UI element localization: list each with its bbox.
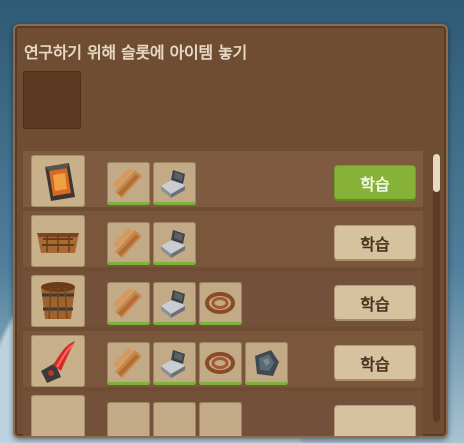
research-item-slot[interactable]	[31, 275, 85, 327]
research-input-slot[interactable]	[23, 71, 81, 129]
learn-button[interactable]	[334, 405, 416, 436]
cost-slot	[107, 402, 150, 436]
research-row: 학습	[23, 271, 423, 327]
scrap-icon	[161, 170, 185, 198]
research-list: 학습 학습 학습 학습	[23, 151, 423, 436]
learn-button[interactable]: 학습	[334, 285, 416, 321]
research-row: 학습	[23, 211, 423, 267]
learn-button[interactable]: 학습	[334, 225, 416, 261]
research-item-slot[interactable]	[31, 155, 85, 207]
cost-slot	[107, 342, 150, 385]
research-row: 학습	[23, 331, 423, 387]
rope-icon	[205, 352, 235, 374]
research-panel: 연구하기 위해 슬롯에 아이템 놓기 학습 학습 학습 학습	[13, 24, 448, 438]
research-item-slot[interactable]	[31, 395, 85, 436]
scrap-icon	[161, 350, 185, 378]
cost-slot	[199, 282, 242, 325]
cost-slot	[107, 282, 150, 325]
cost-slot	[153, 342, 196, 385]
metal-ore-icon	[255, 350, 279, 376]
scroll-thumb[interactable]	[433, 154, 440, 192]
cost-slot	[245, 342, 288, 385]
research-row: 학습	[23, 151, 423, 207]
research-item-slot[interactable]	[31, 215, 85, 267]
cost-slot	[153, 282, 196, 325]
plank-icon	[113, 348, 142, 378]
red-fishing-tool-icon	[41, 341, 75, 383]
scrap-icon	[161, 230, 185, 258]
scrollbar[interactable]	[433, 154, 440, 422]
cost-slot	[107, 162, 150, 205]
plank-icon	[113, 228, 142, 258]
plank-icon	[113, 288, 142, 318]
wooden-crate-icon	[37, 233, 79, 253]
rope-icon	[205, 292, 235, 314]
cost-slot	[153, 162, 196, 205]
wooden-bucket-icon	[41, 282, 75, 320]
cost-slot	[199, 402, 242, 436]
research-item-slot[interactable]	[31, 335, 85, 387]
scrap-icon	[161, 290, 185, 318]
cost-slot	[107, 222, 150, 265]
plank-icon	[113, 168, 142, 198]
research-row	[23, 391, 423, 436]
scrap-hook-icon	[45, 163, 75, 201]
panel-title: 연구하기 위해 슬롯에 아이템 놓기	[24, 43, 247, 62]
cost-slot	[153, 222, 196, 265]
cost-slot	[199, 342, 242, 385]
learn-button[interactable]: 학습	[334, 165, 416, 201]
cost-slot	[153, 402, 196, 436]
learn-button[interactable]: 학습	[334, 345, 416, 381]
